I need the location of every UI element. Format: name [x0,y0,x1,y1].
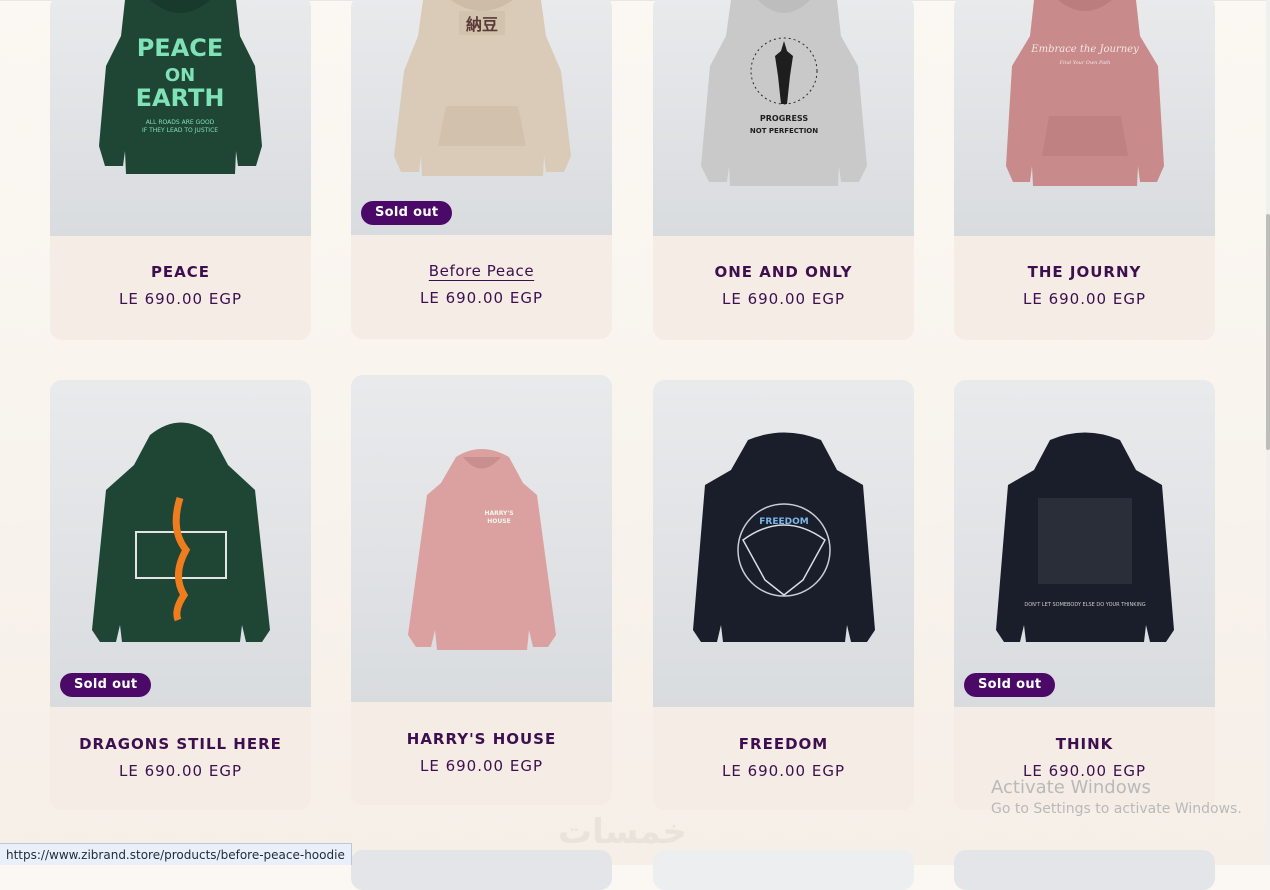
product-card-one-and-only[interactable]: PROGRESS NOT PERFECTION ONE AND ONLY LE … [653,0,914,340]
product-title[interactable]: ONE AND ONLY [653,263,914,281]
hoodie-image: PROGRESS NOT PERFECTION [701,0,867,186]
product-card-freedom[interactable]: FREEDOM FREEDOM LE 690.00 EGP [653,380,914,810]
svg-text:PROGRESS: PROGRESS [760,114,808,123]
svg-text:PEACE: PEACE [137,34,224,62]
svg-text:DON'T LET SOMEBODY ELSE DO YOU: DON'T LET SOMEBODY ELSE DO YOUR THINKING [1024,602,1145,608]
product-title[interactable]: HARRY'S HOUSE [351,730,612,748]
product-title[interactable]: Before Peace [351,262,612,280]
product-image[interactable]: 納豆 Sold out [351,0,612,235]
product-title[interactable]: PEACE [50,263,311,281]
product-price: LE 690.00 EGP [1022,290,1146,308]
hoodie-image: HARRY'S HOUSE [408,449,556,650]
sold-out-badge: Sold out [964,673,1056,697]
svg-text:FREEDOM: FREEDOM [759,517,808,527]
link-status-bar: https://www.zibrand.store/products/befor… [0,843,352,865]
hoodie-image: DON'T LET SOMEBODY ELSE DO YOUR THINKING [996,432,1174,642]
svg-text:NOT PERFECTION: NOT PERFECTION [750,127,818,135]
svg-text:納豆: 納豆 [466,15,498,34]
hoodie-image [92,422,270,642]
product-card-think[interactable]: DON'T LET SOMEBODY ELSE DO YOUR THINKING… [954,380,1215,810]
product-card-dragons-still-here[interactable]: Sold out DRAGONS STILL HERE LE 690.00 EG… [50,380,311,810]
product-title[interactable]: THINK [954,735,1215,753]
product-image[interactable]: FREEDOM [653,380,914,707]
svg-text:HOUSE: HOUSE [487,518,510,525]
product-price: LE 690.00 EGP [721,290,845,308]
product-card-partial[interactable] [954,850,1215,890]
product-price: LE 690.00 EGP [419,289,543,307]
svg-text:Find Your Own Path: Find Your Own Path [1059,60,1111,66]
svg-text:ON: ON [165,65,195,86]
product-title[interactable]: FREEDOM [653,735,914,753]
product-card-the-journy[interactable]: Embrace the Journey Find Your Own Path T… [954,0,1215,340]
scrollbar-thumb[interactable] [1266,214,1270,450]
product-price: LE 690.00 EGP [721,762,845,780]
product-card-partial[interactable] [351,850,612,890]
svg-text:IF THEY LEAD TO JUSTICE: IF THEY LEAD TO JUSTICE [142,127,218,134]
sold-out-badge: Sold out [361,201,453,225]
product-card-partial[interactable] [653,850,914,890]
watermark-subtitle: Go to Settings to activate Windows. [991,801,1242,817]
product-image[interactable]: HARRY'S HOUSE [351,375,612,702]
windows-activation-watermark: Activate Windows Go to Settings to activ… [991,777,1242,817]
hoodie-image: PEACE ON EARTH ALL ROADS ARE GOOD IF THE… [99,0,262,174]
product-image[interactable]: Sold out [50,380,311,707]
site-watermark: خمسات [558,812,687,852]
watermark-title: Activate Windows [991,777,1151,798]
product-image[interactable]: PROGRESS NOT PERFECTION [653,0,914,236]
svg-text:EARTH: EARTH [136,84,225,112]
product-price: LE 690.00 EGP [118,762,242,780]
product-image[interactable]: PEACE ON EARTH ALL ROADS ARE GOOD IF THE… [50,0,311,236]
product-price: LE 690.00 EGP [118,290,242,308]
svg-text:HARRY'S: HARRY'S [484,510,513,517]
hoodie-image: FREEDOM [693,432,875,642]
product-title[interactable]: DRAGONS STILL HERE [50,735,311,753]
svg-text:Embrace the Journey: Embrace the Journey [1030,44,1139,55]
product-card-peace[interactable]: PEACE ON EARTH ALL ROADS ARE GOOD IF THE… [50,0,311,340]
hoodie-image: Embrace the Journey Find Your Own Path [1006,0,1164,186]
product-image[interactable]: DON'T LET SOMEBODY ELSE DO YOUR THINKING… [954,380,1215,707]
product-image[interactable]: Embrace the Journey Find Your Own Path [954,0,1215,236]
sold-out-badge: Sold out [60,673,152,697]
svg-text:ALL ROADS ARE GOOD: ALL ROADS ARE GOOD [146,119,215,126]
product-title[interactable]: THE JOURNY [954,263,1215,281]
product-price: LE 690.00 EGP [419,757,543,775]
product-card-before-peace[interactable]: 納豆 Sold out Before Peace LE 690.00 EGP [351,0,612,339]
product-card-harrys-house[interactable]: HARRY'S HOUSE HARRY'S HOUSE LE 690.00 EG… [351,375,612,805]
hoodie-image: 納豆 [394,0,571,176]
